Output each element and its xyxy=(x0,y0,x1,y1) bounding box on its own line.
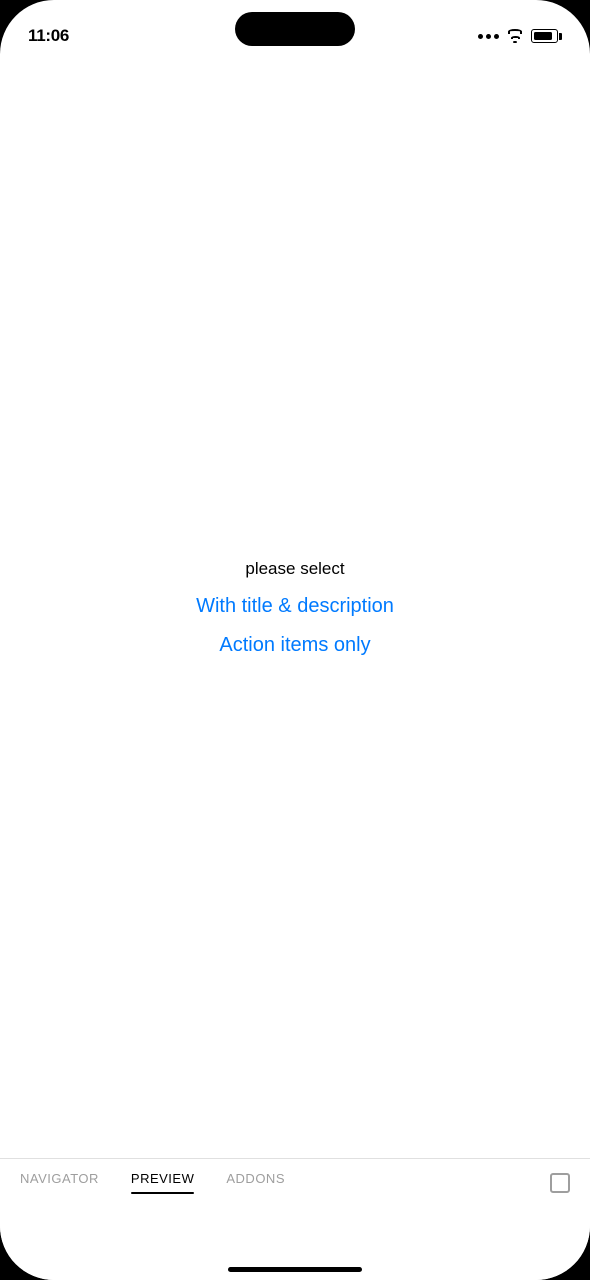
dynamic-island xyxy=(235,12,355,46)
home-indicator xyxy=(0,1246,590,1280)
tab-addons[interactable]: ADDONS xyxy=(226,1171,285,1194)
tab-preview[interactable]: PREVIEW xyxy=(131,1171,194,1194)
tab-square-icon[interactable] xyxy=(550,1173,570,1193)
wifi-icon xyxy=(506,29,524,43)
tab-items: NAVIGATOR PREVIEW ADDONS xyxy=(20,1171,570,1194)
status-bar: 11:06 xyxy=(0,0,590,58)
phone-frame: 11:06 please select With title xyxy=(0,0,590,1280)
signal-dots-icon xyxy=(478,34,499,39)
action-items-only-link[interactable]: Action items only xyxy=(219,634,370,657)
battery-icon xyxy=(531,29,562,43)
with-title-description-link[interactable]: With title & description xyxy=(196,595,394,618)
main-content: please select With title & description A… xyxy=(0,58,590,1158)
tab-bar: NAVIGATOR PREVIEW ADDONS xyxy=(0,1158,590,1246)
status-icons xyxy=(478,29,562,43)
please-select-label: please select xyxy=(245,559,344,579)
home-bar xyxy=(228,1267,362,1272)
tab-navigator[interactable]: NAVIGATOR xyxy=(20,1171,99,1194)
status-time: 11:06 xyxy=(28,26,69,46)
